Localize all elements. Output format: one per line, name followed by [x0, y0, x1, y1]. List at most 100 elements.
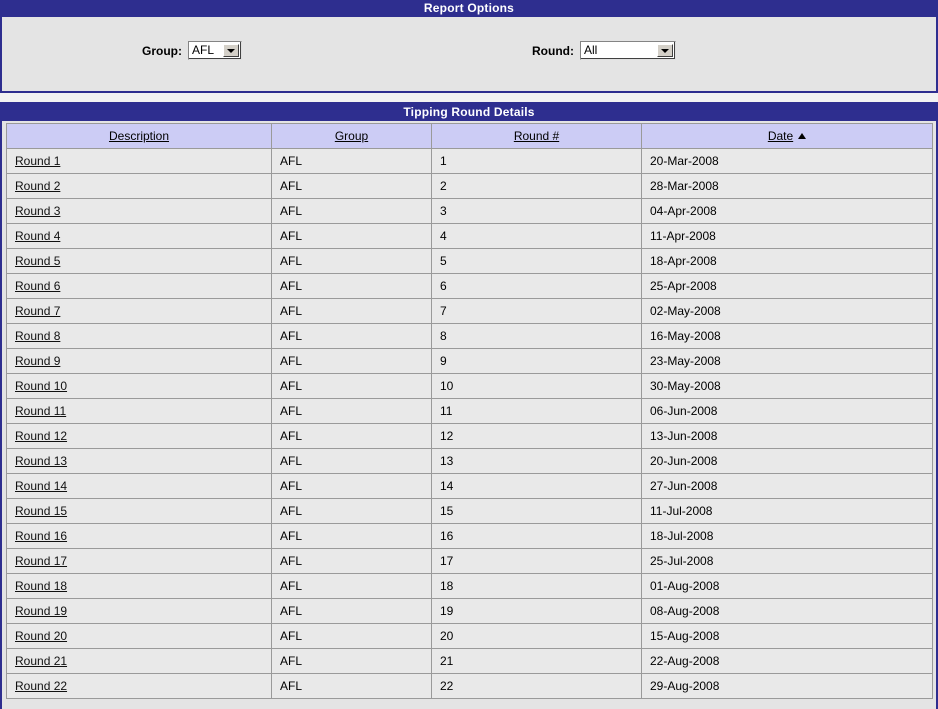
- table-row: Round 1 AFL 1 20-Mar-2008: [6, 148, 933, 174]
- cell-group: AFL: [271, 273, 432, 299]
- cell-date: 20-Jun-2008: [641, 448, 933, 474]
- cell-roundno: 9: [431, 348, 642, 374]
- cell-group: AFL: [271, 623, 432, 649]
- round-link[interactable]: Round 17: [15, 554, 67, 568]
- round-select-value: All: [583, 43, 598, 57]
- cell-date: 28-Mar-2008: [641, 173, 933, 199]
- round-link[interactable]: Round 18: [15, 579, 67, 593]
- cell-date: 18-Apr-2008: [641, 248, 933, 274]
- cell-group: AFL: [271, 373, 432, 399]
- table-row: Round 6 AFL 6 25-Apr-2008: [6, 273, 933, 299]
- column-header-label[interactable]: Description: [109, 129, 169, 143]
- round-link[interactable]: Round 21: [15, 654, 67, 668]
- cell-roundno: 15: [431, 498, 642, 524]
- round-link[interactable]: Round 15: [15, 504, 67, 518]
- column-header-label[interactable]: Group: [335, 129, 368, 143]
- cell-description: Round 19: [6, 598, 272, 624]
- cell-group: AFL: [271, 598, 432, 624]
- column-header-label[interactable]: Date: [768, 129, 793, 143]
- table-header: Description Group Round # Date: [6, 123, 933, 149]
- round-link[interactable]: Round 13: [15, 454, 67, 468]
- group-label: Group:: [142, 43, 182, 58]
- tipping-round-details-panel: Tipping Round Details Description Group Ro…: [0, 102, 938, 709]
- round-link[interactable]: Round 22: [15, 679, 67, 693]
- table-row: Round 20 AFL 20 15-Aug-2008: [6, 623, 933, 649]
- cell-description: Round 1: [6, 148, 272, 174]
- cell-group: AFL: [271, 473, 432, 499]
- cell-roundno: 22: [431, 673, 642, 699]
- cell-roundno: 10: [431, 373, 642, 399]
- cell-date: 25-Jul-2008: [641, 548, 933, 574]
- cell-date: 22-Aug-2008: [641, 648, 933, 674]
- cell-group: AFL: [271, 423, 432, 449]
- round-link[interactable]: Round 2: [15, 179, 60, 193]
- chevron-down-icon[interactable]: [656, 44, 673, 57]
- cell-date: 30-May-2008: [641, 373, 933, 399]
- cell-group: AFL: [271, 523, 432, 549]
- round-field: Round: All: [532, 41, 676, 60]
- cell-date: 11-Jul-2008: [641, 498, 933, 524]
- cell-group: AFL: [271, 298, 432, 324]
- round-link[interactable]: Round 7: [15, 304, 60, 318]
- cell-roundno: 1: [431, 148, 642, 174]
- cell-roundno: 14: [431, 473, 642, 499]
- table-row: Round 5 AFL 5 18-Apr-2008: [6, 248, 933, 274]
- table-row: Round 16 AFL 16 18-Jul-2008: [6, 523, 933, 549]
- cell-description: Round 2: [6, 173, 272, 199]
- cell-description: Round 5: [6, 248, 272, 274]
- round-link[interactable]: Round 10: [15, 379, 67, 393]
- group-select-value: AFL: [192, 43, 215, 57]
- cell-description: Round 20: [6, 623, 272, 649]
- cell-roundno: 5: [431, 248, 642, 274]
- cell-date: 20-Mar-2008: [641, 148, 933, 174]
- cell-group: AFL: [271, 498, 432, 524]
- group-select[interactable]: AFL: [188, 41, 242, 60]
- round-link[interactable]: Round 9: [15, 354, 60, 368]
- column-header-round_no[interactable]: Round #: [431, 123, 642, 149]
- round-link[interactable]: Round 3: [15, 204, 60, 218]
- table-row: Round 14 AFL 14 27-Jun-2008: [6, 473, 933, 499]
- table-row: Round 4 AFL 4 11-Apr-2008: [6, 223, 933, 249]
- cell-group: AFL: [271, 248, 432, 274]
- cell-group: AFL: [271, 348, 432, 374]
- cell-description: Round 7: [6, 298, 272, 324]
- column-header-description[interactable]: Description: [6, 123, 272, 149]
- cell-description: Round 18: [6, 573, 272, 599]
- cell-date: 11-Apr-2008: [641, 223, 933, 249]
- column-header-label[interactable]: Round #: [514, 129, 559, 143]
- cell-date: 08-Aug-2008: [641, 598, 933, 624]
- cell-description: Round 14: [6, 473, 272, 499]
- cell-date: 16-May-2008: [641, 323, 933, 349]
- round-link[interactable]: Round 20: [15, 629, 67, 643]
- table-row: Round 18 AFL 18 01-Aug-2008: [6, 573, 933, 599]
- round-link[interactable]: Round 4: [15, 229, 60, 243]
- table-row: Round 10 AFL 10 30-May-2008: [6, 373, 933, 399]
- cell-date: 06-Jun-2008: [641, 398, 933, 424]
- round-link[interactable]: Round 12: [15, 429, 67, 443]
- round-label: Round:: [532, 43, 574, 58]
- table-row: Round 13 AFL 13 20-Jun-2008: [6, 448, 933, 474]
- round-link[interactable]: Round 8: [15, 329, 60, 343]
- round-link[interactable]: Round 14: [15, 479, 67, 493]
- cell-description: Round 6: [6, 273, 272, 299]
- table-row: Round 15 AFL 15 11-Jul-2008: [6, 498, 933, 524]
- round-link[interactable]: Round 1: [15, 154, 60, 168]
- cell-date: 04-Apr-2008: [641, 198, 933, 224]
- column-header-date[interactable]: Date: [641, 123, 933, 149]
- tipping-round-details-title: Tipping Round Details: [2, 104, 936, 121]
- round-link[interactable]: Round 19: [15, 604, 67, 618]
- cell-date: 23-May-2008: [641, 348, 933, 374]
- chevron-down-icon[interactable]: [223, 44, 239, 57]
- cell-group: AFL: [271, 448, 432, 474]
- round-link[interactable]: Round 6: [15, 279, 60, 293]
- round-link[interactable]: Round 5: [15, 254, 60, 268]
- round-link[interactable]: Round 16: [15, 529, 67, 543]
- cell-group: AFL: [271, 198, 432, 224]
- cell-group: AFL: [271, 323, 432, 349]
- report-options-body: Group: AFL Round: All: [2, 17, 936, 89]
- column-header-group[interactable]: Group: [271, 123, 432, 149]
- report-options-panel: Report Options Group: AFL Round: All: [0, 0, 938, 93]
- round-select[interactable]: All: [579, 41, 676, 60]
- cell-group: AFL: [271, 223, 432, 249]
- round-link[interactable]: Round 11: [15, 404, 66, 418]
